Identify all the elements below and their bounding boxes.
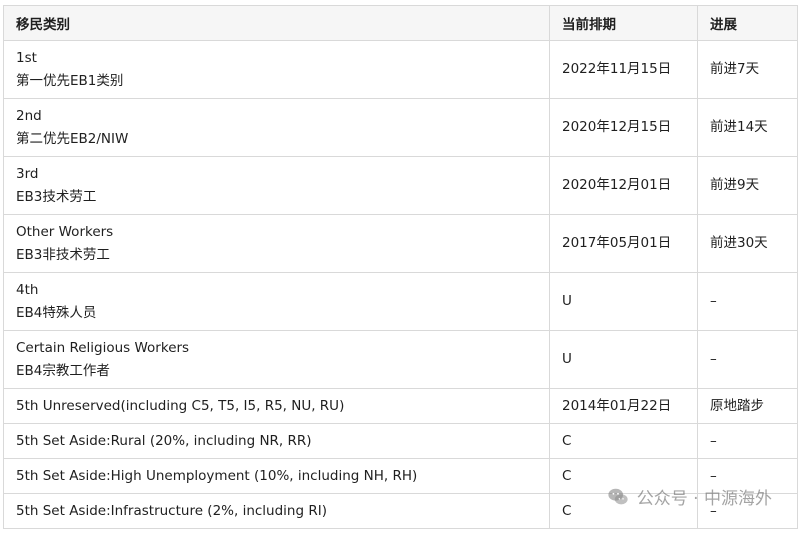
category-cell: 2nd 第二优先EB2/NIW [3,98,550,157]
category-subtitle: 第二优先EB2/NIW [16,130,129,147]
category-label: 3rd [16,165,39,182]
header-progress: 进展 [697,5,798,41]
table-row: 4th EB4特殊人员 U – [3,272,798,331]
category-cell: 5th Set Aside:High Unemployment (10%, in… [3,458,550,494]
progress-cell: 前进7天 [697,40,798,99]
progress-cell: – [697,423,798,459]
category-label: 2nd [16,107,42,124]
category-cell: 5th Set Aside:Rural (20%, including NR, … [3,423,550,459]
category-cell: 3rd EB3技术劳工 [3,156,550,215]
category-label: 4th [16,281,39,298]
progress-cell: – [697,458,798,494]
category-label: Certain Religious Workers [16,339,190,356]
header-date: 当前排期 [549,5,698,41]
header-category: 移民类别 [3,5,550,41]
date-cell: C [549,493,698,529]
progress-cell: 原地踏步 [697,388,798,424]
visa-bulletin-table: 移民类别 当前排期 进展 1st 第一优先EB1类别 2022年11月15日 前… [3,5,798,529]
date-cell: U [549,330,698,389]
category-subtitle: EB4特殊人员 [16,304,97,321]
category-cell: 5th Unreserved(including C5, T5, I5, R5,… [3,388,550,424]
category-label: Other Workers [16,223,114,240]
category-cell: Certain Religious Workers EB4宗教工作者 [3,330,550,389]
table-row: Certain Religious Workers EB4宗教工作者 U – [3,330,798,389]
date-cell: 2022年11月15日 [549,40,698,99]
date-cell: U [549,272,698,331]
category-cell: 1st 第一优先EB1类别 [3,40,550,99]
table-row: 3rd EB3技术劳工 2020年12月01日 前进9天 [3,156,798,215]
date-cell: 2017年05月01日 [549,214,698,273]
date-cell: C [549,458,698,494]
table-row: 5th Unreserved(including C5, T5, I5, R5,… [3,388,798,424]
progress-cell: 前进9天 [697,156,798,215]
table-header-row: 移民类别 当前排期 进展 [3,5,798,41]
progress-cell: 前进14天 [697,98,798,157]
category-subtitle: EB4宗教工作者 [16,362,110,379]
category-cell: 5th Set Aside:Infrastructure (2%, includ… [3,493,550,529]
progress-cell: – [697,493,798,529]
table-row: Other Workers EB3非技术劳工 2017年05月01日 前进30天 [3,214,798,273]
category-subtitle: 第一优先EB1类别 [16,72,124,89]
table-row: 5th Set Aside:High Unemployment (10%, in… [3,458,798,494]
category-subtitle: EB3技术劳工 [16,188,97,205]
date-cell: 2014年01月22日 [549,388,698,424]
progress-cell: 前进30天 [697,214,798,273]
table-row: 2nd 第二优先EB2/NIW 2020年12月15日 前进14天 [3,98,798,157]
table-row: 5th Set Aside:Rural (20%, including NR, … [3,423,798,459]
date-cell: C [549,423,698,459]
date-cell: 2020年12月15日 [549,98,698,157]
category-cell: 4th EB4特殊人员 [3,272,550,331]
category-subtitle: EB3非技术劳工 [16,246,110,263]
table-row: 5th Set Aside:Infrastructure (2%, includ… [3,493,798,529]
date-cell: 2020年12月01日 [549,156,698,215]
category-label: 1st [16,49,37,66]
progress-cell: – [697,330,798,389]
progress-cell: – [697,272,798,331]
category-cell: Other Workers EB3非技术劳工 [3,214,550,273]
table-row: 1st 第一优先EB1类别 2022年11月15日 前进7天 [3,40,798,99]
